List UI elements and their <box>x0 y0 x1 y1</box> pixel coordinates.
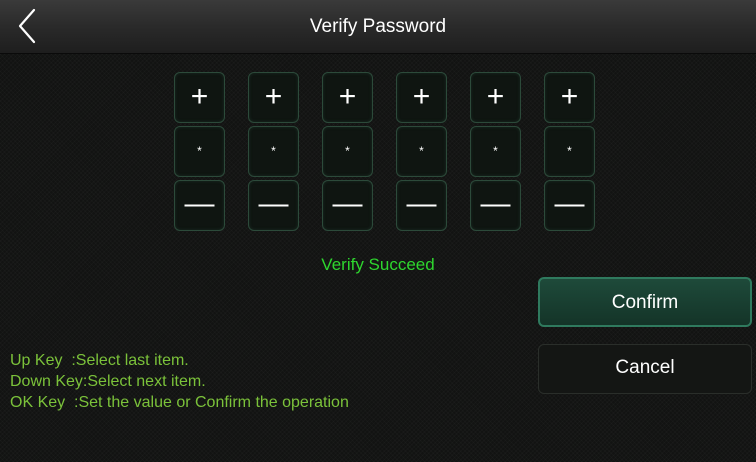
digit-5-decrement-button[interactable]: — <box>470 180 521 231</box>
digit-6-increment-button[interactable]: + <box>544 72 595 123</box>
key-help-text: Up Key :Select last item. Down Key:Selec… <box>10 350 349 413</box>
help-line-up-key: Up Key :Select last item. <box>10 352 189 369</box>
digit-4-increment-button[interactable]: + <box>396 72 447 123</box>
confirm-button[interactable]: Confirm <box>538 277 752 327</box>
digit-1-decrement-button[interactable]: — <box>174 180 225 231</box>
digit-4-value[interactable]: * <box>396 126 447 177</box>
digit-3-decrement-button[interactable]: — <box>322 180 373 231</box>
title-bar: Verify Password <box>0 0 756 54</box>
help-line-down-key: Down Key:Select next item. <box>10 373 206 390</box>
digit-1-increment-button[interactable]: + <box>174 72 225 123</box>
digit-5-increment-button[interactable]: + <box>470 72 521 123</box>
digit-5-value[interactable]: * <box>470 126 521 177</box>
verify-password-screen: Verify Password + * — + * — + * — + * — … <box>0 0 756 462</box>
verify-status-message: Verify Succeed <box>321 255 435 274</box>
digit-2-increment-button[interactable]: + <box>248 72 299 123</box>
digit-1-value[interactable]: * <box>174 126 225 177</box>
cancel-button[interactable]: Cancel <box>538 344 752 394</box>
page-title: Verify Password <box>309 16 447 37</box>
digit-6-decrement-button[interactable]: — <box>544 180 595 231</box>
digit-4-decrement-button[interactable]: — <box>396 180 447 231</box>
help-line-ok-key: OK Key :Set the value or Confirm the ope… <box>10 394 349 411</box>
digit-2-value[interactable]: * <box>248 126 299 177</box>
digit-2-decrement-button[interactable]: — <box>248 180 299 231</box>
digit-3-value[interactable]: * <box>322 126 373 177</box>
digit-3-increment-button[interactable]: + <box>322 72 373 123</box>
digit-6-value[interactable]: * <box>544 126 595 177</box>
